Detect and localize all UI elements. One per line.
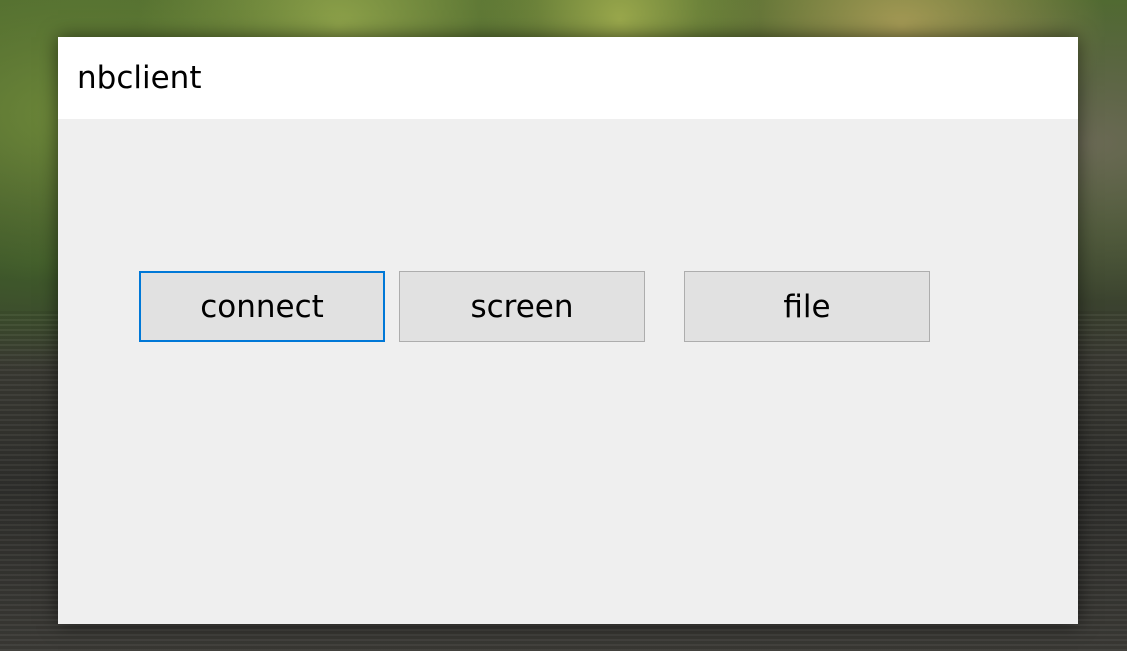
- desktop-wallpaper: nbclient connect screen file: [0, 0, 1127, 651]
- client-area: connect screen file: [58, 119, 1078, 624]
- connect-button[interactable]: connect: [139, 271, 385, 342]
- app-window: nbclient connect screen file: [58, 37, 1078, 624]
- title-bar[interactable]: nbclient: [58, 37, 1078, 119]
- window-title: nbclient: [77, 60, 202, 96]
- screen-button[interactable]: screen: [399, 271, 645, 342]
- file-button[interactable]: file: [684, 271, 930, 342]
